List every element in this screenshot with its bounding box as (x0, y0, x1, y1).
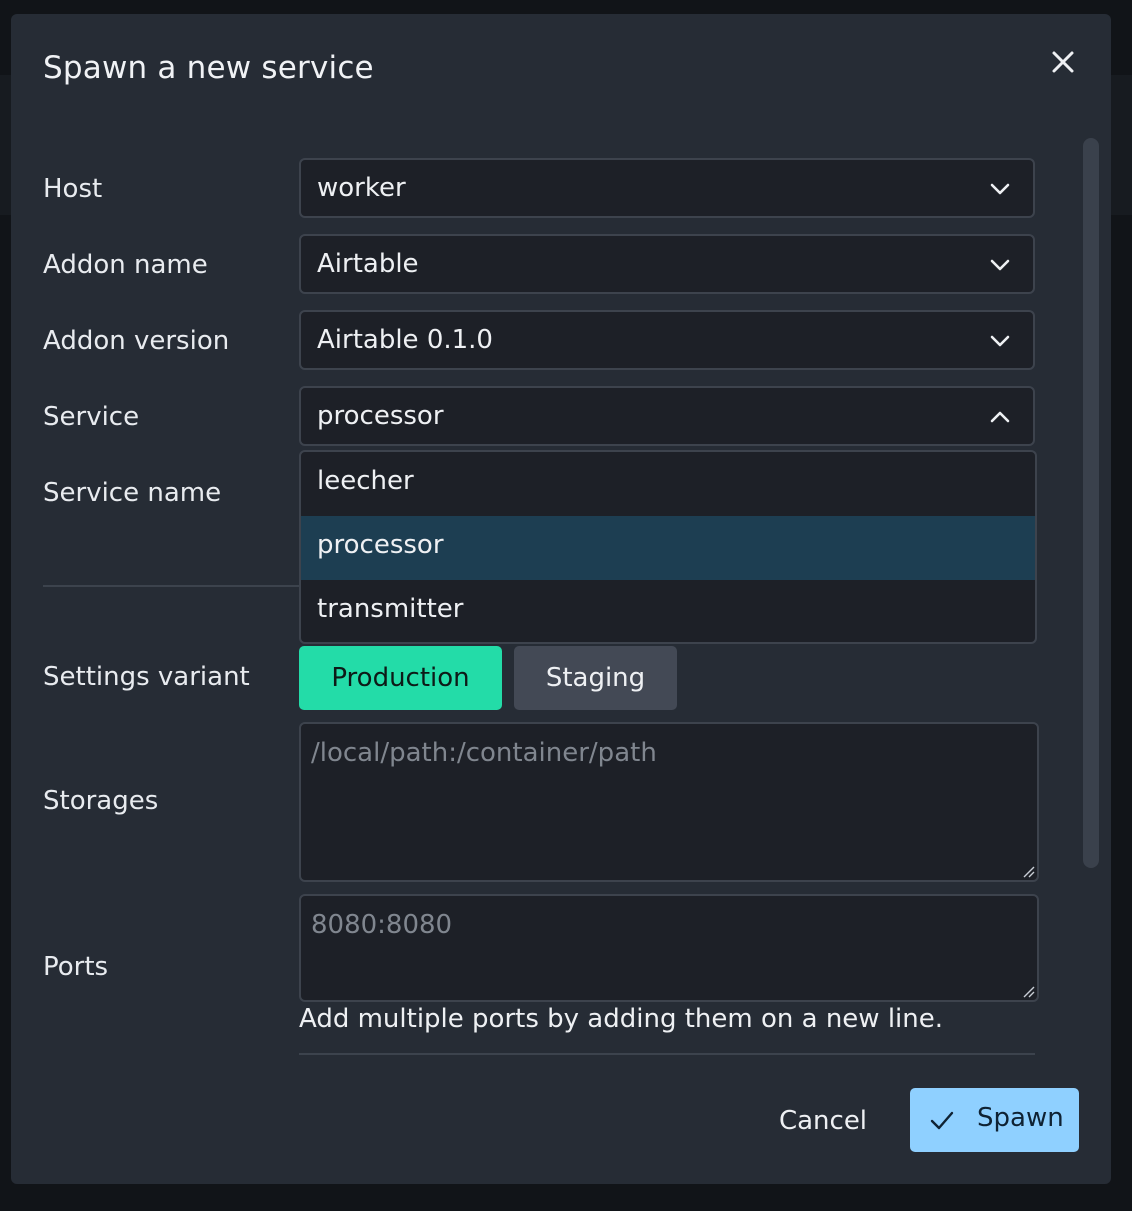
cancel-button[interactable]: Cancel (761, 1090, 885, 1152)
ports-textarea[interactable]: 8080:8080 (299, 894, 1039, 1002)
host-select[interactable]: worker (299, 158, 1035, 218)
service-value: processor (317, 401, 444, 431)
storages-textarea[interactable]: /local/path:/container/path (299, 722, 1039, 882)
addon-name-select[interactable]: Airtable (299, 234, 1035, 294)
dialog-title: Spawn a new service (43, 50, 374, 86)
ports-hint: Add multiple ports by adding them on a n… (299, 1004, 944, 1034)
settings-variant-label: Settings variant (43, 662, 250, 692)
chevron-up-icon (990, 411, 1010, 423)
addon-version-value: Airtable 0.1.0 (317, 325, 493, 355)
check-icon (930, 1111, 954, 1130)
service-option-leecher[interactable]: leecher (301, 452, 1035, 516)
ports-placeholder: 8080:8080 (311, 910, 453, 940)
spawn-button[interactable]: Spawn (910, 1088, 1079, 1152)
spawn-button-label: Spawn (977, 1103, 1064, 1133)
variant-staging-button[interactable]: Staging (514, 646, 677, 710)
close-icon (1052, 51, 1074, 73)
resize-handle-icon[interactable] (1021, 864, 1035, 878)
addon-version-label: Addon version (43, 326, 230, 356)
storages-label: Storages (43, 786, 159, 816)
service-label: Service (43, 402, 140, 432)
scrollbar[interactable] (1083, 138, 1099, 868)
footer-divider (299, 1053, 1035, 1055)
service-select[interactable]: processor (299, 386, 1035, 446)
section-divider (43, 585, 299, 587)
host-value: worker (317, 173, 406, 203)
storages-placeholder: /local/path:/container/path (311, 738, 657, 768)
addon-name-value: Airtable (317, 249, 419, 279)
service-dropdown-list: leecher processor transmitter (299, 450, 1037, 644)
service-name-label: Service name (43, 478, 222, 508)
addon-name-label: Addon name (43, 250, 208, 280)
spawn-service-dialog: Spawn a new service Host worker Addon na… (11, 14, 1111, 1184)
host-label: Host (43, 174, 103, 204)
chevron-down-icon (990, 183, 1010, 195)
option-label: processor (317, 530, 444, 560)
addon-version-select[interactable]: Airtable 0.1.0 (299, 310, 1035, 370)
resize-handle-icon[interactable] (1021, 984, 1035, 998)
variant-production-button[interactable]: Production (299, 646, 502, 710)
chevron-down-icon (990, 259, 1010, 271)
service-option-processor[interactable]: processor (301, 516, 1035, 580)
option-label: transmitter (317, 594, 464, 624)
close-button[interactable] (1047, 46, 1079, 78)
option-label: leecher (317, 466, 414, 496)
service-option-transmitter[interactable]: transmitter (301, 580, 1035, 642)
chevron-down-icon (990, 335, 1010, 347)
ports-label: Ports (43, 952, 109, 982)
